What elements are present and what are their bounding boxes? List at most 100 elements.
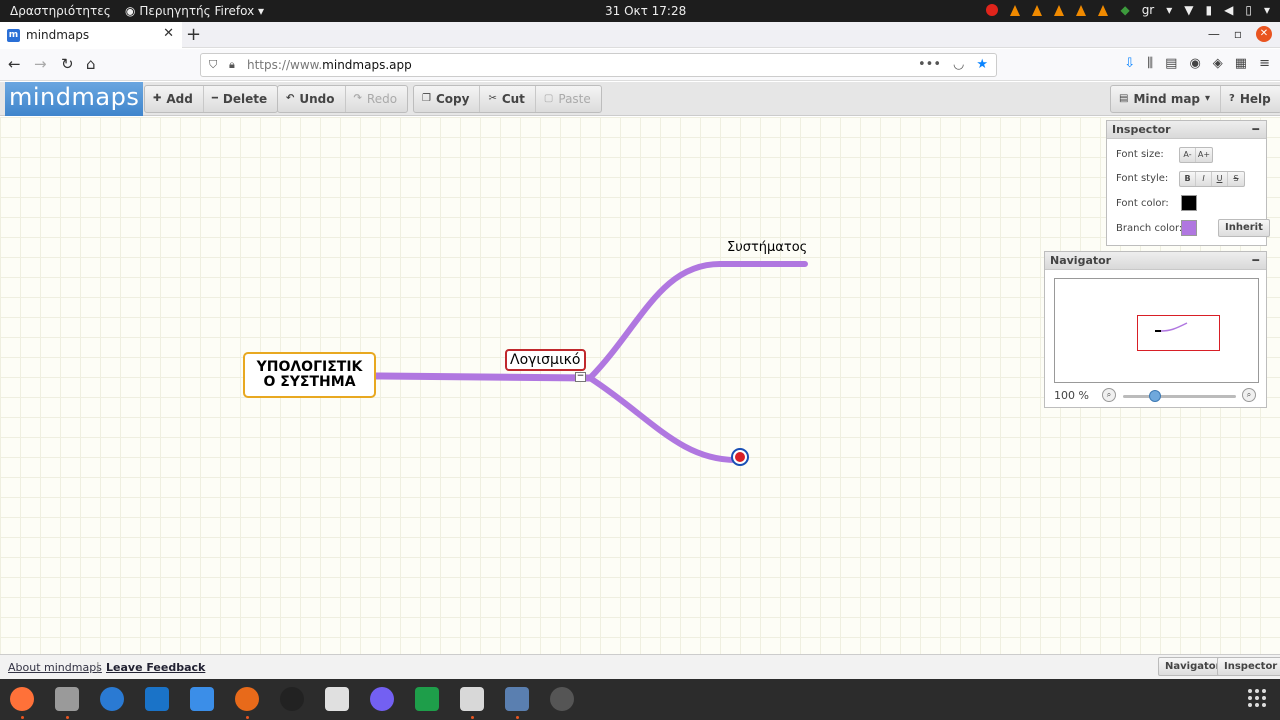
inspector-toggle-button[interactable]: Inspector [1217, 657, 1280, 676]
app-menu[interactable]: ◉ Περιηγητής Firefox ▾ [125, 4, 264, 18]
url-bar[interactable]: ⛉ 🔒︎ https://www.mindmaps.app ••• ◡ ★ [200, 53, 997, 77]
monitor-icon[interactable] [505, 687, 529, 711]
branch-color-label: Branch color: [1116, 223, 1183, 234]
paste-icon: ▢ [543, 93, 554, 104]
library-icon[interactable]: ⫼ [1147, 56, 1153, 71]
firefox-icon[interactable] [10, 687, 34, 711]
zoom-in-icon[interactable]: ⌕ [1242, 388, 1256, 402]
thunderbird-icon[interactable] [100, 687, 124, 711]
system-tray[interactable]: ◆ gr ▾ ▼ ▮ ◀ ▯ ▾ [986, 3, 1270, 17]
strikethrough-button[interactable]: S [1228, 172, 1244, 186]
page-actions-icon[interactable]: ••• [918, 57, 941, 72]
paste-button[interactable]: ▢ Paste [536, 86, 601, 112]
activities-button[interactable]: Δραστηριότητες [10, 4, 111, 18]
tab-title: mindmaps [26, 28, 90, 42]
lock-icon[interactable]: 🔒︎ [229, 58, 235, 72]
minus-icon: ━ [211, 93, 218, 104]
back-icon[interactable]: ← [8, 55, 21, 73]
reload-icon[interactable]: ↻ [61, 55, 74, 73]
vlc-icon [1010, 4, 1021, 16]
download-icon[interactable]: ⇩ [1124, 56, 1135, 71]
files-icon[interactable] [55, 687, 79, 711]
child-node-selected[interactable]: Λογισμικό [505, 349, 586, 371]
viber-icon[interactable] [370, 687, 394, 711]
zoom-slider-track[interactable] [1123, 395, 1236, 398]
increase-font-button[interactable]: A+ [1196, 148, 1212, 162]
collapse-toggle-icon[interactable]: − [575, 372, 586, 382]
delete-button[interactable]: ━ Delete [204, 86, 277, 112]
new-tab-button[interactable]: + [186, 24, 201, 45]
maximize-icon[interactable]: ▫ [1234, 27, 1242, 41]
inherit-button[interactable]: Inherit [1218, 219, 1270, 237]
bookmark-star-icon[interactable]: ★ [976, 57, 988, 72]
menu-icon[interactable]: ≡ [1259, 56, 1270, 71]
chevron-down-icon: ▾ [1205, 93, 1211, 104]
pocket-icon[interactable]: ◡ [953, 57, 964, 72]
font-color-swatch[interactable] [1181, 195, 1197, 211]
calculator-icon[interactable] [190, 687, 214, 711]
wifi-icon: ▼ [1184, 3, 1194, 17]
add-button[interactable]: ✚ Add [145, 86, 204, 112]
copy-button[interactable]: ❐ Copy [414, 86, 481, 112]
new-node-handle-icon[interactable] [731, 448, 749, 466]
zoom-slider-handle[interactable] [1148, 390, 1161, 402]
tux-icon[interactable] [280, 687, 304, 711]
minimize-icon[interactable]: ━ [1252, 252, 1259, 270]
navigator-header[interactable]: Navigator ━ [1045, 252, 1266, 270]
branch-color-swatch[interactable] [1181, 220, 1197, 236]
leave-feedback-link[interactable]: Leave Feedback [106, 661, 205, 674]
minimize-icon[interactable]: ━ [1252, 121, 1259, 139]
navigator-viewport-rect[interactable] [1137, 315, 1220, 351]
geogebra-icon[interactable] [235, 687, 259, 711]
redo-button[interactable]: ↷ Redo [346, 86, 408, 112]
record-indicator-icon [986, 4, 999, 16]
inspector-panel: Inspector ━ Font size: A- A+ Font style: … [1106, 120, 1270, 246]
tracking-protection-icon[interactable]: ⛉ [209, 58, 217, 72]
screenshot-icon[interactable] [460, 687, 484, 711]
bold-button[interactable]: B [1180, 172, 1196, 186]
forward-icon[interactable]: → [34, 55, 47, 73]
url-domain: mindmaps.app [322, 58, 412, 72]
running-indicator [516, 716, 519, 719]
italic-button[interactable]: I [1196, 172, 1212, 186]
tab-mindmaps[interactable]: m mindmaps ✕ [0, 22, 182, 48]
sidebar-icon[interactable]: ▤ [1165, 56, 1177, 71]
navigator-preview[interactable] [1054, 278, 1259, 383]
inspector-header[interactable]: Inspector ━ [1107, 121, 1266, 139]
recorder-icon[interactable] [550, 687, 574, 711]
browser-nav-bar: ← → ↻ ⌂ ⛉ 🔒︎ https://www.mindmaps.app ••… [0, 49, 1280, 81]
calc-spreadsheet-icon[interactable] [415, 687, 439, 711]
decrease-font-button[interactable]: A- [1180, 148, 1196, 162]
copy-icon: ❐ [422, 93, 431, 104]
close-tab-icon[interactable]: ✕ [163, 26, 174, 41]
extensions-icon[interactable]: ▦ [1235, 56, 1247, 71]
mindmap-menu-button[interactable]: ▤ Mind map ▾ [1111, 86, 1222, 112]
zoom-level-text: 100 % [1054, 389, 1089, 402]
minimize-icon[interactable]: — [1208, 27, 1220, 41]
show-applications-icon[interactable] [1248, 689, 1266, 707]
account-icon[interactable]: ◉ [1189, 56, 1200, 71]
paste-label: Paste [558, 92, 591, 106]
zoom-out-icon[interactable]: ⌕ [1102, 388, 1116, 402]
clock[interactable]: 31 Οκτ 17:28 [605, 4, 686, 18]
undo-button[interactable]: ↶ Undo [278, 86, 346, 112]
extension-icon[interactable]: ◈ [1213, 56, 1223, 71]
root-node-line2: Ο ΣΥΣΤΗΜΑ [263, 374, 356, 390]
underline-button[interactable]: U [1212, 172, 1228, 186]
home-icon[interactable]: ⌂ [86, 55, 96, 73]
about-link[interactable]: About mindmaps [8, 661, 102, 674]
undo-label: Undo [299, 92, 335, 106]
leaf-node[interactable]: Συστήματος [727, 240, 807, 255]
root-node[interactable]: ΥΠΟΛΟΓΙΣΤΙΚ Ο ΣΥΣΤΗΜΑ [243, 352, 376, 398]
writer-icon[interactable] [145, 687, 169, 711]
viewer-icon[interactable] [325, 687, 349, 711]
help-button[interactable]: ? Help [1221, 86, 1280, 112]
running-indicator [246, 716, 249, 719]
font-size-label: Font size: [1116, 149, 1164, 160]
chevron-down-icon: ▾ [258, 4, 265, 18]
chevron-down-icon: ▾ [1166, 3, 1173, 17]
close-window-icon[interactable]: ✕ [1256, 26, 1272, 42]
volume-icon: ◀ [1224, 3, 1234, 17]
cut-button[interactable]: ✂ Cut [480, 86, 536, 112]
url-prefix: https://www. [247, 58, 323, 72]
